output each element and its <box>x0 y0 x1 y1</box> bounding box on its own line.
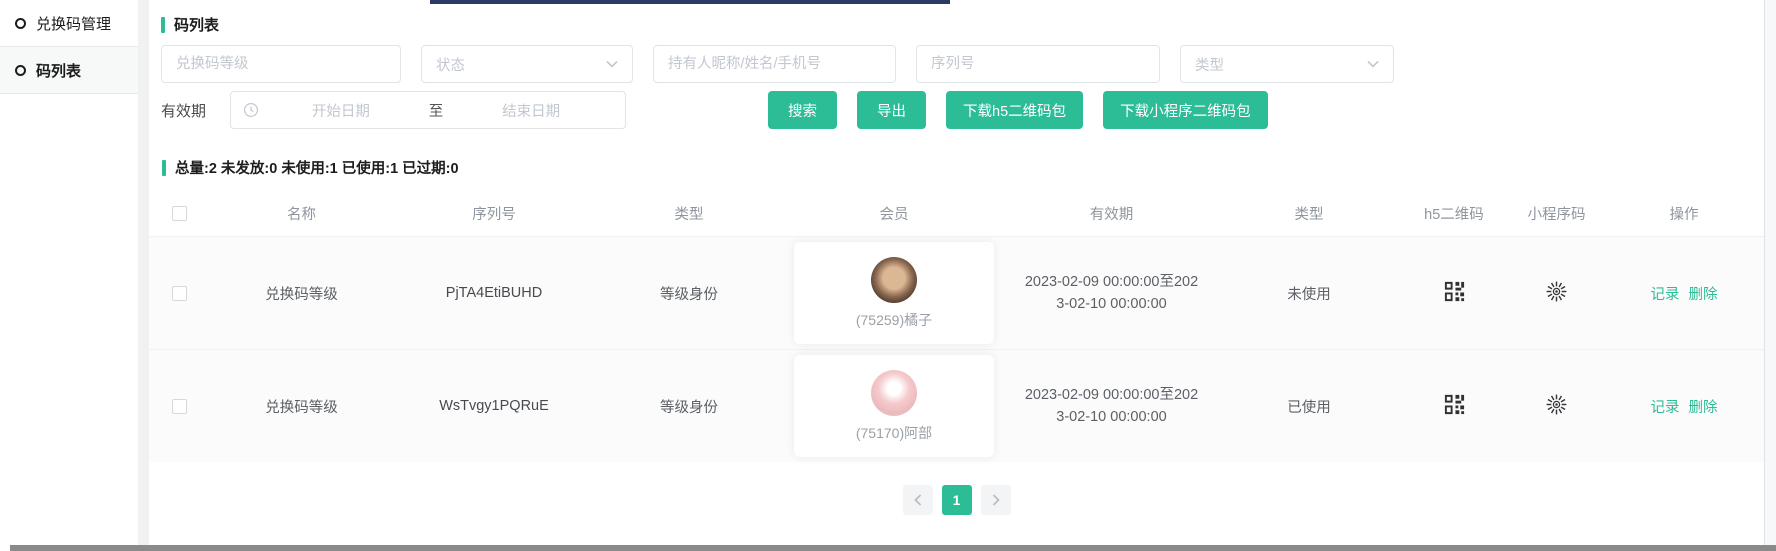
search-button[interactable]: 搜索 <box>768 91 837 129</box>
header-serial: 序列号 <box>394 203 594 224</box>
current-page-button[interactable]: 1 <box>942 485 972 515</box>
action-buttons: 搜索 导出 下载h5二维码包 下载小程序二维码包 <box>768 91 1268 129</box>
pagination: 1 <box>149 462 1764 538</box>
member-avatar <box>871 370 917 416</box>
header-validity: 有效期 <box>1004 203 1219 224</box>
serial-input[interactable] <box>916 45 1160 83</box>
header-name: 名称 <box>209 203 394 224</box>
sidebar-item-code-manage[interactable]: 兑换码管理 <box>0 0 138 47</box>
sidebar: 兑换码管理 码列表 <box>0 0 138 545</box>
radio-circle-icon <box>15 65 26 76</box>
date-range-picker[interactable]: 开始日期 至 结束日期 <box>230 91 626 129</box>
record-link[interactable]: 记录 <box>1650 287 1679 303</box>
validity-line1: 2023-02-09 00:00:00至202 <box>1004 271 1219 293</box>
end-date-placeholder[interactable]: 结束日期 <box>449 100 613 121</box>
radio-circle-icon <box>15 18 26 29</box>
row-status: 已使用 <box>1219 396 1399 417</box>
filter-row: 状态 类型 <box>161 45 1752 83</box>
qr-code-icon[interactable] <box>1443 280 1466 303</box>
clock-icon <box>243 102 259 118</box>
row-checkbox[interactable] <box>172 399 187 414</box>
row-serial: PjTA4EtiBUHD <box>394 285 594 301</box>
next-page-button[interactable] <box>981 485 1011 515</box>
download-miniprogram-qrcode-button[interactable]: 下载小程序二维码包 <box>1103 91 1268 129</box>
row-type: 等级身份 <box>594 396 784 417</box>
row-name: 兑换码等级 <box>209 283 394 304</box>
row-actions: 记录 删除 <box>1604 283 1764 304</box>
chevron-down-icon <box>606 60 618 68</box>
qr-code-icon[interactable] <box>1443 393 1466 416</box>
mini-program-code-icon[interactable] <box>1544 279 1569 304</box>
summary-accent-bar <box>162 160 166 176</box>
title-accent-bar <box>161 17 165 33</box>
horizontal-scrollbar-thumb[interactable] <box>10 545 1776 551</box>
row-actions: 记录 删除 <box>1604 396 1764 417</box>
member-avatar <box>871 257 917 303</box>
header-type: 类型 <box>594 203 784 224</box>
export-button[interactable]: 导出 <box>857 91 926 129</box>
header-member: 会员 <box>784 203 1004 224</box>
header-actions: 操作 <box>1604 203 1764 224</box>
status-select[interactable]: 状态 <box>421 45 633 83</box>
header-status: 类型 <box>1219 203 1399 224</box>
record-link[interactable]: 记录 <box>1650 400 1679 416</box>
code-table-panel: 总量:2 未发放:0 未使用:1 已使用:1 已过期:0 名称 序列号 类型 会… <box>149 143 1764 538</box>
status-select-placeholder: 状态 <box>436 54 465 75</box>
delete-link[interactable]: 删除 <box>1689 400 1718 416</box>
code-level-input[interactable] <box>161 45 401 83</box>
page-title-text: 码列表 <box>174 14 219 35</box>
type-select[interactable]: 类型 <box>1180 45 1394 83</box>
chevron-down-icon <box>1367 60 1379 68</box>
validity-line2: 3-02-10 00:00:00 <box>1004 406 1219 428</box>
main-content: 码列表 状态 类型 有效期 <box>149 4 1764 537</box>
row-type: 等级身份 <box>594 283 784 304</box>
sidebar-item-code-list[interactable]: 码列表 <box>0 47 138 94</box>
vertical-scrollbar[interactable] <box>1764 0 1776 551</box>
sidebar-gutter <box>138 0 149 545</box>
row-validity: 2023-02-09 00:00:00至202 3-02-10 00:00:00 <box>1004 271 1219 315</box>
prev-page-button[interactable] <box>903 485 933 515</box>
sidebar-item-label: 兑换码管理 <box>36 13 111 34</box>
date-separator: 至 <box>423 100 450 121</box>
validity-label: 有效期 <box>161 100 206 121</box>
start-date-placeholder[interactable]: 开始日期 <box>259 100 423 121</box>
table-row: 兑换码等级 PjTA4EtiBUHD 等级身份 (75259)橘子 2023-0… <box>149 236 1764 349</box>
validity-row: 有效期 开始日期 至 结束日期 搜索 导出 下载h5二维码包 下载小程序二维码包 <box>161 91 1752 129</box>
member-card: (75259)橘子 <box>794 242 994 344</box>
row-serial: WsTvgy1PQRuE <box>394 398 594 414</box>
download-h5-qrcode-button[interactable]: 下载h5二维码包 <box>946 91 1083 129</box>
header-h5-qrcode: h5二维码 <box>1399 203 1509 224</box>
type-select-placeholder: 类型 <box>1195 54 1224 75</box>
member-name: (75259)橘子 <box>856 310 932 330</box>
validity-line2: 3-02-10 00:00:00 <box>1004 293 1219 315</box>
filter-panel: 码列表 状态 类型 有效期 <box>149 4 1764 143</box>
row-checkbox[interactable] <box>172 286 187 301</box>
row-validity: 2023-02-09 00:00:00至202 3-02-10 00:00:00 <box>1004 384 1219 428</box>
row-status: 未使用 <box>1219 283 1399 304</box>
validity-line1: 2023-02-09 00:00:00至202 <box>1004 384 1219 406</box>
summary-text: 总量:2 未发放:0 未使用:1 已使用:1 已过期:0 <box>175 157 459 178</box>
row-name: 兑换码等级 <box>209 396 394 417</box>
summary-stats: 总量:2 未发放:0 未使用:1 已使用:1 已过期:0 <box>149 143 1764 190</box>
table-row: 兑换码等级 WsTvgy1PQRuE 等级身份 (75170)阿部 2023-0… <box>149 349 1764 462</box>
page-title: 码列表 <box>161 14 1752 35</box>
member-name: (75170)阿部 <box>856 423 932 443</box>
table-header: 名称 序列号 类型 会员 有效期 类型 h5二维码 小程序码 操作 <box>149 190 1764 236</box>
member-card: (75170)阿部 <box>794 355 994 457</box>
chevron-left-icon <box>914 494 922 506</box>
select-all-checkbox[interactable] <box>172 206 187 221</box>
header-mini-code: 小程序码 <box>1509 203 1604 224</box>
delete-link[interactable]: 删除 <box>1689 287 1718 303</box>
sidebar-item-label: 码列表 <box>36 60 81 81</box>
holder-input[interactable] <box>653 45 896 83</box>
mini-program-code-icon[interactable] <box>1544 392 1569 417</box>
chevron-right-icon <box>992 494 1000 506</box>
